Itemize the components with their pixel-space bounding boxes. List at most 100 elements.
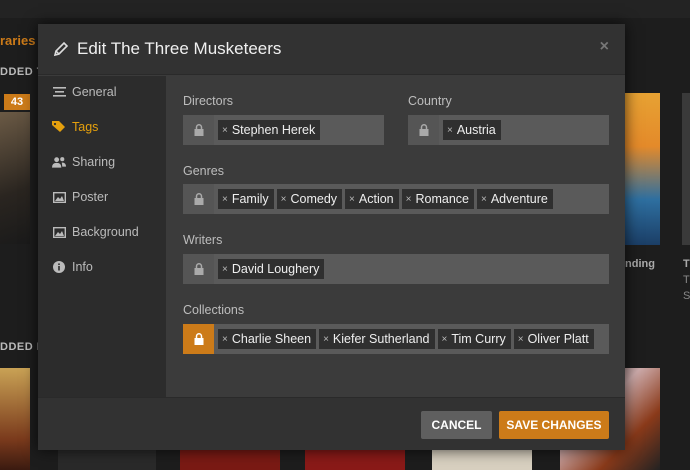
writers-lock-button[interactable] — [183, 254, 214, 284]
tag-label: Romance — [415, 192, 469, 206]
sidebar-item-background[interactable]: Background — [52, 222, 139, 242]
poster-bottom-1[interactable] — [58, 450, 156, 470]
tags-panel: Directors × Stephen Herek Country × Austri… — [166, 76, 625, 397]
tag-label: Tim Curry — [451, 332, 506, 346]
lock-icon — [194, 124, 203, 136]
dialog-title: Edit The Three Musketeers — [77, 39, 282, 58]
edit-dialog: Edit The Three Musketeers × General Tags… — [38, 24, 625, 450]
general-icon — [52, 85, 66, 99]
remove-tag-icon[interactable]: × — [323, 334, 329, 345]
sidebar-item-label: Sharing — [72, 155, 116, 169]
poster-bottom-3[interactable] — [305, 450, 405, 470]
tag-chip: × David Loughery — [218, 259, 325, 279]
tag-label: Oliver Platt — [527, 332, 589, 346]
dialog-header: Edit The Three Musketeers × — [38, 24, 625, 75]
section-heading-recently-added-2: DDED I — [0, 341, 41, 353]
directors-lock-button[interactable] — [183, 115, 214, 145]
lock-icon — [194, 333, 203, 345]
tag-chip: × Austria — [443, 120, 501, 140]
sidebar-item-label: Info — [72, 260, 93, 274]
tag-label: Action — [358, 192, 394, 206]
poster-left-bottom[interactable] — [0, 368, 30, 470]
lock-icon — [194, 193, 203, 205]
remove-tag-icon[interactable]: × — [222, 125, 228, 136]
remove-tag-icon[interactable]: × — [222, 264, 228, 275]
genres-lock-button[interactable] — [183, 184, 214, 214]
tag-label: Adventure — [490, 192, 548, 206]
sidebar-item-sharing[interactable]: Sharing — [52, 152, 115, 172]
image-icon — [52, 190, 66, 204]
collections-label: Collections — [183, 303, 245, 317]
poster-title-far-right: T — [683, 258, 690, 270]
dialog-footer: CANCEL SAVE CHANGES — [38, 397, 625, 450]
sidebar-item-info[interactable]: Info — [52, 257, 93, 277]
lock-icon — [419, 124, 428, 136]
users-icon — [52, 155, 66, 169]
close-icon[interactable]: × — [600, 38, 609, 56]
genres-tag-input[interactable]: × Family × Comedy × Action × Romance × Advent… — [214, 184, 609, 214]
lock-icon — [194, 263, 203, 275]
poster-bottom-2[interactable] — [180, 450, 280, 470]
dialog-sidebar: General Tags Sharing Poster Background I… — [38, 76, 166, 397]
tag-chip: × Action — [345, 189, 399, 209]
poster-subtitle-far-right: T — [683, 274, 690, 286]
poster-far-right-top[interactable] — [682, 93, 690, 245]
tag-chip: × Charlie Sheen — [218, 329, 317, 349]
tag-chip: × Tim Curry — [437, 329, 511, 349]
pencil-icon — [53, 41, 69, 57]
collections-tag-input[interactable]: × Charlie Sheen × Kiefer Sutherland × Tim C… — [214, 324, 609, 354]
image-icon — [52, 225, 66, 239]
poster-subtitle-far-right-2: S — [683, 290, 690, 302]
directors-tag-input[interactable]: × Stephen Herek — [214, 115, 384, 145]
remove-tag-icon[interactable]: × — [222, 334, 228, 345]
tag-label: Charlie Sheen — [231, 332, 312, 346]
poster-left-top[interactable] — [0, 112, 30, 244]
tag-chip: × Adventure — [476, 189, 553, 209]
tag-chip: × Kiefer Sutherland — [319, 329, 435, 349]
sidebar-item-poster[interactable]: Poster — [52, 187, 108, 207]
tag-chip: × Family — [218, 189, 274, 209]
poster-bottom-4[interactable] — [432, 450, 532, 470]
tag-chip: × Oliver Platt — [513, 329, 594, 349]
collections-lock-button[interactable] — [183, 324, 214, 354]
country-label: Country — [408, 94, 452, 108]
remove-tag-icon[interactable]: × — [222, 194, 228, 205]
remove-tag-icon[interactable]: × — [349, 194, 355, 205]
save-changes-button[interactable]: SAVE CHANGES — [499, 411, 609, 439]
sidebar-item-tags[interactable]: Tags — [52, 117, 98, 137]
sidebar-item-label: General — [72, 85, 117, 99]
sidebar-item-label: Tags — [72, 120, 99, 134]
tag-icon — [52, 120, 66, 134]
remove-tag-icon[interactable]: × — [518, 334, 524, 345]
remove-tag-icon[interactable]: × — [442, 334, 448, 345]
tag-label: Stephen Herek — [231, 123, 316, 137]
info-icon — [52, 260, 66, 274]
genres-label: Genres — [183, 164, 224, 178]
remove-tag-icon[interactable]: × — [281, 194, 287, 205]
poster-right-top[interactable] — [625, 93, 660, 245]
tag-label: Family — [231, 192, 269, 206]
cancel-button[interactable]: CANCEL — [421, 411, 492, 439]
tag-chip: × Romance — [401, 189, 474, 209]
tag-label: David Loughery — [231, 262, 320, 276]
tag-chip: × Stephen Herek — [218, 120, 321, 140]
remove-tag-icon[interactable]: × — [447, 125, 453, 136]
top-bar — [0, 0, 690, 18]
remove-tag-icon[interactable]: × — [406, 194, 412, 205]
country-lock-button[interactable] — [408, 115, 439, 145]
tag-label: Austria — [456, 123, 496, 137]
sidebar-item-label: Background — [72, 225, 139, 239]
writers-label: Writers — [183, 233, 223, 247]
sidebar-item-general[interactable]: General — [52, 82, 116, 102]
count-badge: 43 — [4, 94, 30, 110]
remove-tag-icon[interactable]: × — [481, 194, 487, 205]
directors-label: Directors — [183, 94, 234, 108]
sidebar-item-label: Poster — [72, 190, 109, 204]
tag-label: Comedy — [290, 192, 338, 206]
tag-chip: × Comedy — [276, 189, 343, 209]
tag-label: Kiefer Sutherland — [332, 332, 430, 346]
libraries-link[interactable]: raries — [0, 33, 35, 48]
country-tag-input[interactable]: × Austria — [439, 115, 609, 145]
writers-tag-input[interactable]: × David Loughery — [214, 254, 609, 284]
poster-title-right: nding — [625, 258, 655, 270]
